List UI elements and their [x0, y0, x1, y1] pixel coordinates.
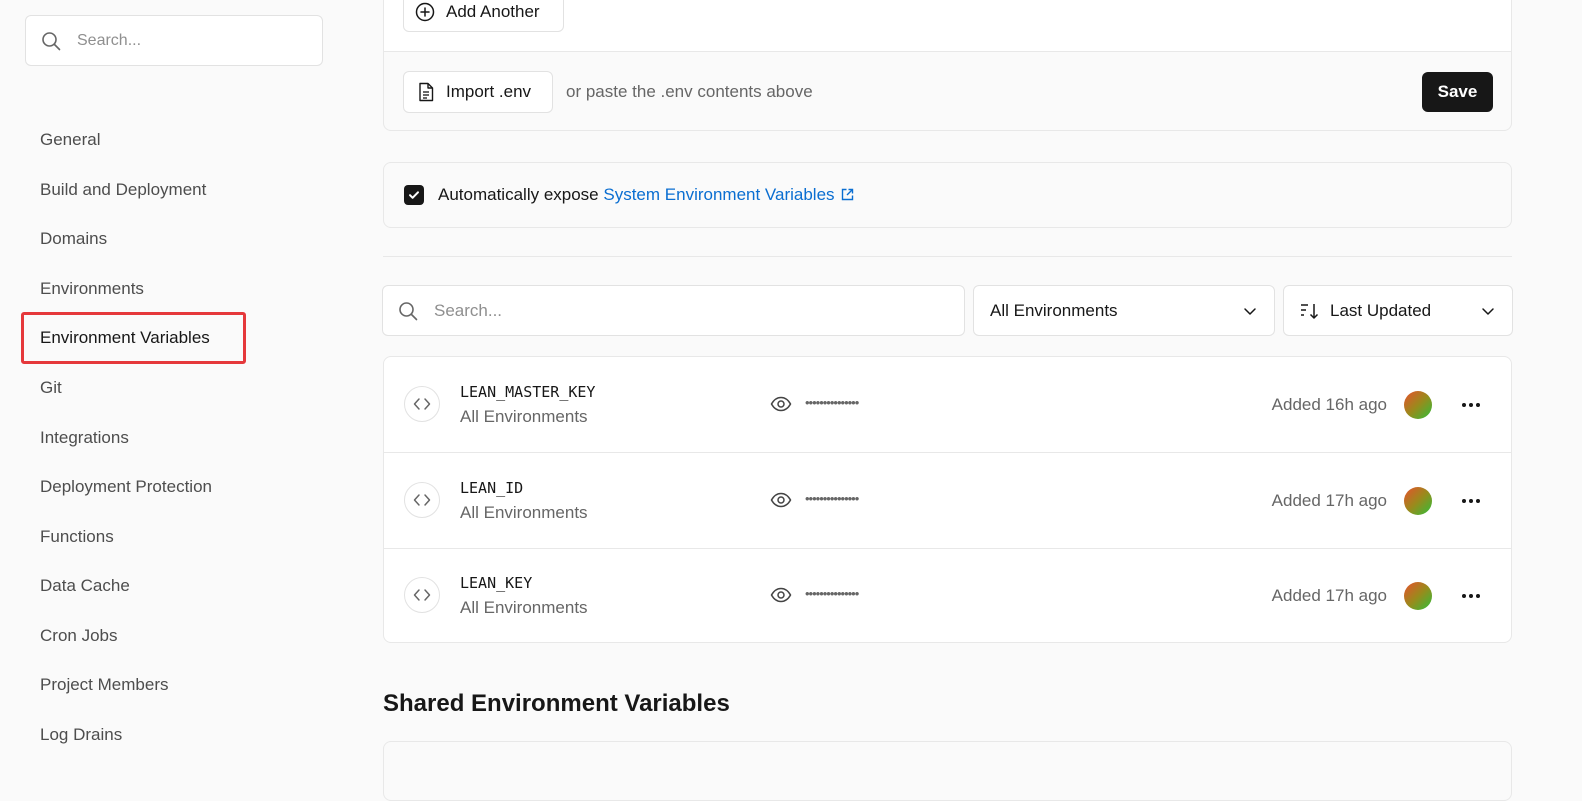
system-env-vars-link[interactable]: System Environment Variables: [603, 185, 853, 204]
variable-environment: All Environments: [460, 503, 588, 522]
sidebar: General Build and Deployment Domains Env…: [0, 0, 350, 781]
variable-name: LEAN_ID: [460, 479, 524, 497]
sidebar-item-deployment-protection[interactable]: Deployment Protection: [40, 477, 212, 497]
shared-env-vars-panel: [383, 741, 1512, 801]
external-link-icon: [841, 188, 853, 201]
sidebar-search[interactable]: [25, 15, 323, 66]
avatar: [1404, 582, 1432, 610]
variables-list: LEAN_MASTER_KEY All Environments •••••••…: [383, 356, 1512, 643]
search-icon: [399, 301, 418, 320]
expose-text: Automatically expose System Environment …: [438, 185, 854, 205]
masked-value: •••••••••••••••: [805, 586, 859, 601]
code-icon: [404, 386, 440, 422]
environment-filter-select[interactable]: All Environments: [973, 285, 1275, 336]
sidebar-item-environments[interactable]: Environments: [40, 279, 144, 299]
variable-row[interactable]: LEAN_ID All Environments •••••••••••••••…: [384, 453, 1511, 549]
search-icon: [42, 31, 61, 50]
code-icon: [404, 577, 440, 613]
sort-icon: [1301, 303, 1319, 319]
code-icon: [404, 482, 440, 518]
sidebar-item-integrations[interactable]: Integrations: [40, 428, 129, 448]
eye-icon[interactable]: [770, 395, 792, 413]
variables-search[interactable]: [382, 285, 965, 336]
shared-env-vars-heading: Shared Environment Variables: [383, 690, 730, 717]
sidebar-item-build-and-deployment[interactable]: Build and Deployment: [40, 180, 206, 200]
env-editor-panel: Add Another Import .env or paste the .en…: [383, 0, 1512, 131]
import-env-label: Import .env: [446, 82, 532, 101]
variable-name: LEAN_KEY: [460, 574, 533, 592]
expose-system-vars-panel: Automatically expose System Environment …: [383, 162, 1512, 228]
sidebar-item-environment-variables[interactable]: Environment Variables: [40, 328, 210, 348]
check-icon: [409, 191, 419, 199]
added-time: Added 17h ago: [1271, 491, 1387, 510]
sidebar-item-cron-jobs[interactable]: Cron Jobs: [40, 626, 117, 646]
sidebar-item-functions[interactable]: Functions: [40, 527, 114, 547]
add-another-label: Add Another: [446, 1, 540, 21]
expose-label: Automatically expose: [438, 185, 599, 204]
eye-icon[interactable]: [770, 586, 792, 604]
sort-value: Last Updated: [1330, 300, 1432, 320]
masked-value: •••••••••••••••: [805, 395, 859, 410]
variables-search-input[interactable]: [432, 299, 916, 322]
more-options-icon[interactable]: [1460, 491, 1482, 511]
sidebar-item-domains[interactable]: Domains: [40, 229, 107, 249]
chevron-down-icon: [1482, 308, 1494, 315]
chevron-down-icon: [1244, 308, 1256, 315]
expose-checkbox[interactable]: [404, 185, 424, 205]
avatar: [1404, 487, 1432, 515]
sort-select[interactable]: Last Updated: [1283, 285, 1513, 336]
sidebar-item-git[interactable]: Git: [40, 378, 62, 398]
eye-icon[interactable]: [770, 491, 792, 509]
more-options-icon[interactable]: [1460, 395, 1482, 415]
variable-row[interactable]: LEAN_KEY All Environments ••••••••••••••…: [384, 548, 1511, 642]
file-icon: [419, 82, 434, 102]
plus-circle-icon: [415, 2, 435, 21]
masked-value: •••••••••••••••: [805, 491, 859, 506]
more-options-icon[interactable]: [1460, 586, 1482, 606]
variable-environment: All Environments: [460, 407, 588, 426]
sidebar-item-data-cache[interactable]: Data Cache: [40, 576, 130, 596]
sidebar-item-project-members[interactable]: Project Members: [40, 675, 168, 695]
added-time: Added 16h ago: [1271, 395, 1387, 414]
paste-hint: or paste the .env contents above: [566, 82, 813, 101]
variable-row[interactable]: LEAN_MASTER_KEY All Environments •••••••…: [384, 357, 1511, 453]
sidebar-search-input[interactable]: [75, 30, 299, 51]
sidebar-item-log-drains[interactable]: Log Drains: [40, 725, 122, 745]
variable-environment: All Environments: [460, 598, 588, 617]
import-env-button[interactable]: Import .env: [403, 71, 553, 113]
section-divider: [383, 256, 1512, 257]
system-env-vars-link-text[interactable]: System Environment Variables: [603, 185, 834, 204]
added-time: Added 17h ago: [1271, 586, 1387, 605]
environment-filter-value: All Environments: [990, 300, 1118, 320]
save-button[interactable]: Save: [1422, 72, 1493, 112]
variable-name: LEAN_MASTER_KEY: [460, 383, 596, 401]
avatar: [1404, 391, 1432, 419]
sidebar-item-general[interactable]: General: [40, 130, 100, 150]
add-another-button[interactable]: Add Another: [403, 0, 564, 32]
